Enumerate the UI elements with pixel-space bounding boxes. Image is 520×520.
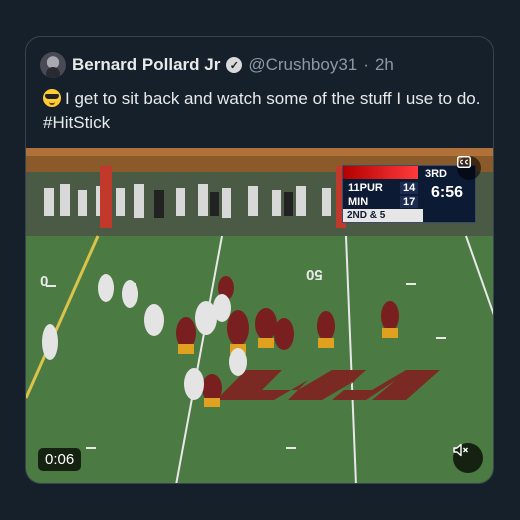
author-name[interactable]: Bernard Pollard Jr [72, 55, 220, 75]
tv-scorebug: 3RD 11PUR 14 MIN 17 6:56 2ND & 5 [342, 165, 476, 223]
verified-badge-icon: ✓ [226, 57, 243, 73]
tweet-body: I get to sit back and watch some of the … [43, 89, 481, 132]
network-tag [343, 166, 418, 179]
tweet-timestamp[interactable]: 2h [375, 55, 394, 75]
scorebug-team2: MIN [348, 196, 369, 208]
avatar[interactable] [40, 52, 66, 78]
separator-dot: · [363, 55, 369, 74]
scorebug-clock: 6:56 [431, 184, 464, 201]
scorebug-quarter: 3RD [425, 168, 448, 180]
closed-captions-button[interactable] [457, 156, 481, 180]
video-player[interactable]: 3RD 11PUR 14 MIN 17 6:56 2ND & 5 0 50 0:… [26, 148, 493, 483]
sunglasses-emoji-icon [43, 89, 61, 107]
closed-captions-icon [457, 156, 471, 168]
previous-content-clipped [0, 0, 520, 14]
scorebug-down: 2ND & 5 [343, 209, 423, 222]
quoted-tweet-text: I get to sit back and watch some of the … [43, 87, 483, 135]
scorebug-team1: 11PUR [348, 182, 383, 194]
video-duration: 0:06 [38, 448, 82, 471]
scorebug-score1: 14 [400, 182, 419, 194]
author-handle[interactable]: @Crushboy31 [248, 55, 357, 75]
quoted-tweet-card[interactable]: Bernard Pollard Jr ✓ @Crushboy31 · 2h I … [25, 36, 494, 484]
field-number: 0 [40, 272, 49, 289]
mute-button[interactable] [453, 443, 483, 473]
field-number: 50 [306, 266, 323, 283]
tweet-metadata-clipped [0, 508, 520, 520]
quoted-tweet-header: Bernard Pollard Jr ✓ @Crushboy31 · 2h [40, 51, 394, 79]
speaker-muted-icon [453, 443, 468, 457]
scorebug-score2: 17 [400, 196, 419, 208]
